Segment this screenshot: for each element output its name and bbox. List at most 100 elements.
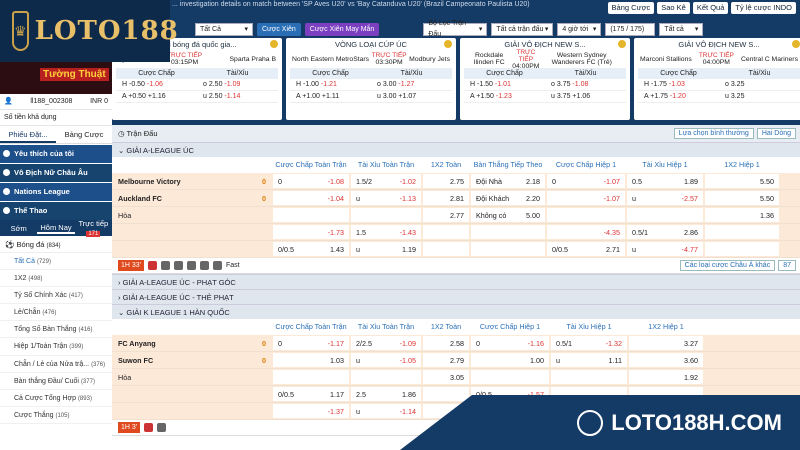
sidebar-bet-type[interactable]: Bàn thắng Đầu/ Cuối (377) — [0, 373, 112, 390]
odds-cell[interactable]: 5.50 — [705, 191, 779, 205]
odds-cell[interactable]: 1.00 — [471, 353, 549, 367]
odds-cell[interactable]: -1.73 — [273, 225, 349, 239]
odds-cell[interactable] — [351, 370, 421, 384]
odds-cell[interactable]: u 1.19 — [351, 242, 421, 256]
odds-cell[interactable]: 2/2.5 -1.09 — [351, 336, 421, 350]
ou-odds[interactable]: o 3.00 -1.27 — [371, 79, 452, 90]
time-select[interactable]: 4 giờ tới ▾ — [557, 22, 602, 36]
odds-cell[interactable]: 1.36 — [705, 208, 779, 222]
odds-cell[interactable]: 2.81 — [423, 191, 469, 205]
sport-football[interactable]: ⚽ Bóng đá (834) — [0, 236, 112, 253]
odds-cell[interactable]: 2.77 — [423, 208, 469, 222]
odds-cell[interactable]: -4.35 — [547, 225, 625, 239]
odds-cell[interactable] — [705, 242, 779, 256]
handicap-odds[interactable]: H -1.50 -1.01 — [464, 79, 545, 90]
odds-cell[interactable] — [423, 242, 469, 256]
odds-cell[interactable]: u -1.14 — [351, 404, 421, 418]
odds-cell[interactable]: 0.5/1 -1.32 — [551, 336, 627, 350]
league-header[interactable]: ⌄ GIẢI K LEAGUE 1 HÀN QUỐC — [112, 304, 800, 319]
view-select[interactable]: Hai Dòng — [756, 128, 796, 139]
ou-odds[interactable]: u 3.00 +1.07 — [371, 91, 452, 102]
ou-odds[interactable]: u 3.25 — [719, 91, 800, 102]
more-bets-count[interactable]: 87 — [778, 260, 796, 271]
odds-cell[interactable]: 3.05 — [423, 370, 469, 384]
handicap-odds[interactable]: H -1.00 -1.21 — [290, 79, 371, 90]
sidebar-bet-type[interactable]: Tất Cả (729) — [0, 253, 112, 271]
parlay-button[interactable]: Cược Xiên — [257, 22, 301, 36]
odds-cell[interactable] — [351, 208, 421, 222]
sidebar-bet-type[interactable]: Tỷ Số Chính Xác (417) — [0, 287, 112, 305]
odds-cell[interactable]: u -1.13 — [351, 191, 421, 205]
bet-list-button[interactable]: Bảng Cược — [607, 2, 655, 14]
odds-cell[interactable]: 3.27 — [629, 336, 703, 350]
ou-odds[interactable]: o 2.50 -1.09 — [197, 79, 278, 90]
handicap-odds[interactable]: A +1.50 -1.23 — [464, 91, 545, 102]
odds-cell[interactable] — [547, 208, 625, 222]
odds-cell[interactable]: 0.5 1.89 — [627, 174, 703, 188]
ou-odds[interactable]: u 3.75 +1.06 — [545, 91, 626, 102]
ou-odds[interactable]: u 2.50 -1.14 — [197, 91, 278, 102]
play-icon[interactable] — [161, 261, 171, 270]
odds-cell[interactable] — [627, 208, 703, 222]
nav-euro-women[interactable]: Vô Địch Nữ Châu Âu — [0, 164, 112, 182]
featured-card[interactable]: VÒNG LOẠI CÚP ÚC North Eastern MetroStars… — [286, 38, 456, 120]
odds-cell[interactable]: u -1.05 — [351, 353, 421, 367]
tab-early[interactable]: Sớm — [0, 224, 37, 233]
tab-bet-list[interactable]: Bảng Cược — [56, 126, 112, 143]
odds-cell[interactable] — [273, 208, 349, 222]
odds-cell[interactable] — [471, 370, 549, 384]
sort-select[interactable]: Lựa chọn bình thường — [673, 128, 754, 139]
league-header[interactable]: ⌄ GIẢI A-LEAGUE ÚC — [112, 142, 800, 157]
handicap-odds[interactable]: A +1.00 +1.11 — [290, 91, 371, 102]
tab-bet-slip[interactable]: Phiếu Đặt... — [0, 126, 56, 143]
sidebar-bet-type[interactable]: Cược Thắng (105) — [0, 407, 112, 424]
handicap-odds[interactable]: A +0.50 +1.16 — [116, 91, 197, 102]
odds-cell[interactable]: 1.03 — [273, 353, 349, 367]
odds-type-select[interactable]: Tỷ lệ cược INDO — [731, 2, 796, 14]
page-count[interactable]: (175 / 175) — [605, 22, 656, 36]
shirt-icon[interactable] — [187, 261, 197, 270]
handicap-odds[interactable]: H -0.50 -1.06 — [116, 79, 197, 90]
odds-cell[interactable]: 0 -1.07 — [547, 174, 625, 188]
featured-card[interactable]: GIẢI VÔ ĐỊCH NEW S... Marconi Stallions TR… — [634, 38, 800, 120]
stats-icon[interactable] — [148, 261, 158, 270]
stats-icon[interactable] — [144, 423, 154, 432]
odds-cell[interactable]: 0 -1.16 — [471, 336, 549, 350]
nav-nations-league[interactable]: Nations League — [0, 183, 112, 201]
info-icon[interactable] — [200, 261, 210, 270]
odds-cell[interactable]: 2.5 1.86 — [351, 387, 421, 401]
odds-filter-select[interactable]: Các loại cược Châu Á khác — [679, 260, 776, 271]
odds-cell[interactable]: 0 -1.17 — [273, 336, 349, 350]
odds-cell[interactable]: 1.5/2 -1.02 — [351, 174, 421, 188]
odds-cell[interactable] — [273, 370, 349, 384]
odds-cell[interactable]: 2.79 — [423, 353, 469, 367]
all-matches-select[interactable]: Tất cả trận đấu ▾ — [491, 22, 554, 36]
tab-live[interactable]: Trực tiếp 171 — [75, 219, 112, 237]
nav-sports[interactable]: Thể Thao — [0, 202, 112, 220]
odds-cell[interactable]: -1.37 — [273, 404, 349, 418]
odds-cell[interactable]: 1.5 -1.43 — [351, 225, 421, 239]
all2-select[interactable]: Tất cả ▾ — [659, 22, 704, 36]
nav-favorites[interactable]: Yêu thích của tôi — [0, 145, 112, 163]
odds-cell[interactable] — [423, 225, 469, 239]
odds-cell[interactable]: 2.75 — [423, 174, 469, 188]
league-header[interactable]: › GIẢI A-LEAGUE ÚC - THẺ PHẠT — [112, 289, 800, 304]
odds-cell[interactable]: 0/0.5 1.17 — [273, 387, 349, 401]
play-icon[interactable] — [157, 423, 167, 432]
tv-icon[interactable] — [174, 261, 184, 270]
odds-cell[interactable]: -1.07 — [547, 191, 625, 205]
brand-logo[interactable]: ♛ LOTO188 — [0, 0, 178, 62]
odds-cell[interactable]: Đội Nhà 2.18 — [471, 174, 545, 188]
odds-cell[interactable]: 1.92 — [629, 370, 703, 384]
sidebar-bet-type[interactable]: Hiệp 1/Toàn Trận (399) — [0, 338, 112, 356]
match-filter-select[interactable]: Bộ Lọc Trận Đấu ▾ — [423, 20, 488, 38]
odds-cell[interactable]: 0 -1.08 — [273, 174, 349, 188]
odds-cell[interactable] — [423, 387, 469, 401]
ou-odds[interactable]: o 3.25 — [719, 79, 800, 90]
sidebar-bet-type[interactable]: Tổng Số Bàn Thắng (416) — [0, 321, 112, 339]
odds-cell[interactable]: u -2.57 — [627, 191, 703, 205]
sidebar-bet-type[interactable]: Cả Cược Tổng Hợp (893) — [0, 390, 112, 407]
handicap-odds[interactable]: A +1.75 -1.20 — [638, 91, 719, 102]
odds-cell[interactable]: Không có 5.00 — [471, 208, 545, 222]
ou-odds[interactable]: o 3.75 -1.08 — [545, 79, 626, 90]
